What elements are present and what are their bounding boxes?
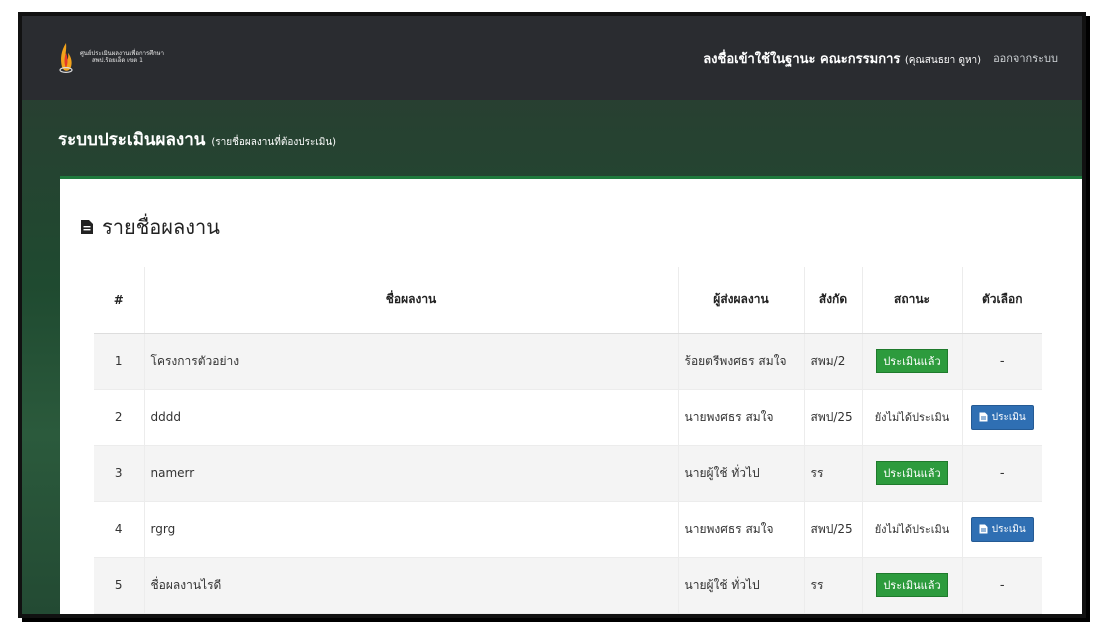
top-navbar: ศูนย์ประเมินผลงานเพื่อการศึกษา สพป.ร้อยเ… — [22, 16, 1082, 100]
status-badge-done: ประเมินแล้ว — [876, 349, 948, 373]
login-status: ลงชื่อเข้าใช้ในฐานะ คณะกรรมการ (คุณสนธยา… — [703, 48, 981, 69]
work-unit: สพป/25 — [803, 501, 862, 558]
action-cell: ประเมิน — [961, 389, 1042, 446]
document-icon — [979, 412, 988, 422]
col-header-num[interactable]: # — [94, 267, 144, 334]
work-name: namerr — [143, 445, 678, 502]
work-unit: รร — [803, 445, 862, 502]
work-sender: นายพงศธร สมใจ — [677, 501, 804, 558]
col-header-sender[interactable]: ผู้ส่งผลงาน — [677, 267, 804, 334]
status-text-pending: ยังไม่ได้ประเมิน — [874, 411, 950, 424]
page-subtitle: (รายชื่อผลงานที่ต้องประเมิน) — [211, 137, 337, 148]
no-action: - — [999, 465, 1005, 481]
row-number: 3 — [94, 445, 144, 502]
page-title: ระบบประเมินผลงาน — [58, 130, 206, 150]
work-name: ชื่อผลงานไรดี — [143, 557, 678, 614]
status-cell: ประเมินแล้ว — [861, 445, 962, 502]
table-row: 4 rgrg นายพงศธร สมใจ สพป/25 ยังไม่ได้ประเมิน… — [94, 501, 1042, 558]
col-header-action: ตัวเลือก — [961, 267, 1042, 334]
table-row: 2 dddd นายพงศธร สมใจ สพป/25 ยังไม่ได้ประเมิน… — [94, 389, 1042, 446]
table-row: 3 namerr นายผู้ใช้ ทั่วไป รร ประเมินแล้ว - — [94, 445, 1042, 502]
browser-frame: ศูนย์ประเมินผลงานเพื่อการศึกษา สพป.ร้อยเ… — [18, 12, 1086, 618]
logout-link[interactable]: ออกจากระบบ — [993, 49, 1058, 67]
top-nav-right: ลงชื่อเข้าใช้ในฐานะ คณะกรรมการ (คุณสนธยา… — [703, 48, 1058, 69]
work-name: dddd — [143, 389, 678, 446]
row-number: 2 — [94, 389, 144, 446]
login-role: ลงชื่อเข้าใช้ในฐานะ คณะกรรมการ — [703, 51, 901, 67]
work-unit: สพป/25 — [803, 389, 862, 446]
work-name: rgrg — [143, 501, 678, 558]
action-cell: ประเมิน — [961, 501, 1042, 558]
works-table-body: 1 โครงการตัวอย่าง ร้อยตรีพงศธร สมใจ สพม/2 ปร… — [94, 333, 1042, 614]
panel-heading: รายชื่อผลงาน — [80, 211, 220, 243]
no-action: - — [999, 577, 1005, 593]
brand-text: ศูนย์ประเมินผลงานเพื่อการศึกษา สพป.ร้อยเ… — [80, 51, 164, 64]
work-name: โครงการตัวอย่าง — [143, 333, 678, 390]
work-unit: สพม/2 — [803, 333, 862, 390]
page-header: ระบบประเมินผลงาน (รายชื่อผลงานที่ต้องประ… — [58, 126, 336, 153]
works-panel: รายชื่อผลงาน # ชื่อผลงาน ผู้ส่งผลงาน สัง… — [60, 176, 1082, 614]
col-header-status[interactable]: สถานะ — [861, 267, 962, 334]
row-number: 4 — [94, 501, 144, 558]
work-sender: นายผู้ใช้ ทั่วไป — [677, 557, 804, 614]
flame-logo-icon — [59, 43, 73, 74]
work-unit: รร — [803, 557, 862, 614]
action-cell: - — [961, 333, 1042, 390]
status-cell: ยังไม่ได้ประเมิน — [861, 501, 962, 558]
row-number: 5 — [94, 557, 144, 614]
works-table: # ชื่อผลงาน ผู้ส่งผลงาน สังกัด สถานะ ตัว… — [94, 267, 1042, 614]
login-user-name: (คุณสนธยา ดูหา) — [904, 54, 982, 66]
row-number: 1 — [94, 333, 144, 390]
work-sender: นายพงศธร สมใจ — [677, 389, 804, 446]
action-cell: - — [961, 445, 1042, 502]
evaluate-button[interactable]: ประเมิน — [970, 404, 1034, 430]
table-row: 1 โครงการตัวอย่าง ร้อยตรีพงศธร สมใจ สพม/2 ปร… — [94, 333, 1042, 390]
status-badge-done: ประเมินแล้ว — [876, 461, 948, 485]
status-cell: ยังไม่ได้ประเมิน — [861, 389, 962, 446]
col-header-name[interactable]: ชื่อผลงาน — [143, 267, 678, 334]
col-header-unit[interactable]: สังกัด — [803, 267, 862, 334]
no-action: - — [999, 353, 1005, 369]
work-sender: ร้อยตรีพงศธร สมใจ — [677, 333, 804, 390]
table-header-row: # ชื่อผลงาน ผู้ส่งผลงาน สังกัด สถานะ ตัว… — [94, 267, 1042, 334]
work-sender: นายผู้ใช้ ทั่วไป — [677, 445, 804, 502]
status-text-pending: ยังไม่ได้ประเมิน — [874, 523, 950, 536]
status-cell: ประเมินแล้ว — [861, 557, 962, 614]
panel-title: รายชื่อผลงาน — [102, 215, 220, 239]
evaluate-button-label: ประเมิน — [991, 523, 1026, 535]
action-cell: - — [961, 557, 1042, 614]
status-cell: ประเมินแล้ว — [861, 333, 962, 390]
evaluate-button[interactable]: ประเมิน — [970, 516, 1034, 542]
evaluate-button-label: ประเมิน — [991, 411, 1026, 423]
document-icon — [979, 524, 988, 534]
table-row: 5 ชื่อผลงานไรดี นายผู้ใช้ ทั่วไป รร ประเมินแ… — [94, 557, 1042, 614]
brand[interactable]: ศูนย์ประเมินผลงานเพื่อการศึกษา สพป.ร้อยเ… — [58, 41, 164, 75]
document-icon — [81, 220, 93, 234]
brand-line-2: สพป.ร้อยเอ็ด เขต 1 — [92, 57, 143, 64]
status-badge-done: ประเมินแล้ว — [876, 573, 948, 597]
